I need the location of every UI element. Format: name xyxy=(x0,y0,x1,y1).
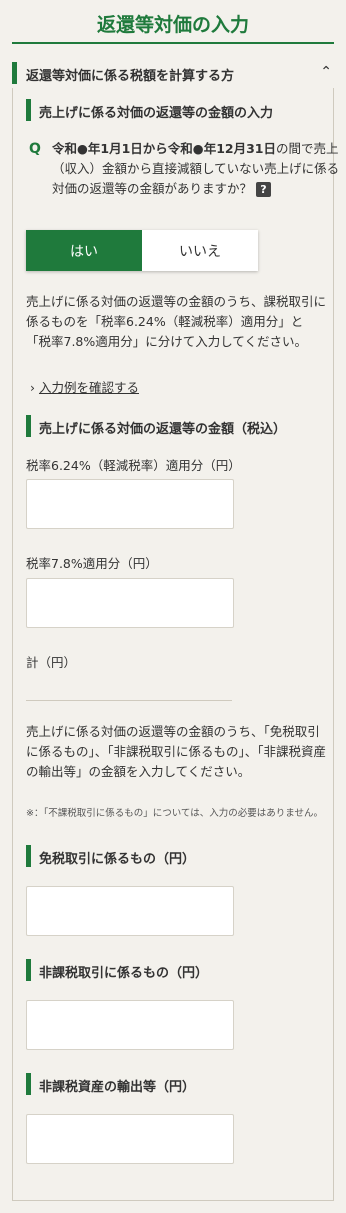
heading-accent-bar xyxy=(26,99,31,121)
question-period: 令和●年1月1日から令和●年12月31日 xyxy=(52,141,276,156)
export-heading-text: 非課税資産の輸出等（円） xyxy=(39,1080,196,1095)
chevron-right-icon: › xyxy=(30,380,35,395)
rate-reduced-input[interactable] xyxy=(26,479,234,529)
no-button[interactable]: いいえ xyxy=(142,230,258,271)
example-link[interactable]: › 入力例を確認する xyxy=(30,377,139,396)
page-title: 返還等対価の入力 xyxy=(96,14,249,36)
heading-accent-bar xyxy=(26,959,31,981)
help-icon[interactable]: ? xyxy=(256,182,271,197)
heading-accent-bar xyxy=(26,845,31,867)
q1-heading-text: 売上げに係る対価の返還等の金額の入力 xyxy=(39,106,274,121)
rate-standard-label: 税率7.8%適用分（円） xyxy=(26,556,158,571)
question-mark-label: Q xyxy=(29,141,41,157)
note-text: ※：「不課税取引に係るもの」については、入力の必要はありません。 xyxy=(26,808,323,819)
yes-button[interactable]: はい xyxy=(26,230,142,271)
nontaxable-heading-text: 非課税取引に係るもの（円） xyxy=(39,966,209,981)
nontaxable-input[interactable] xyxy=(26,1000,234,1050)
rate-standard-input[interactable] xyxy=(26,578,234,628)
section-header[interactable]: 返還等対価に係る税額を計算する方 ⌃ xyxy=(12,62,334,86)
chevron-up-icon[interactable]: ⌃ xyxy=(320,64,332,80)
section-label: 返還等対価に係る税額を計算する方 xyxy=(26,69,235,84)
instruction-text-2: 売上げに係る対価の返還等の金額のうち、「免税取引に係るもの」、「非課税取引に係る… xyxy=(26,724,327,779)
amount-heading-text: 売上げに係る対価の返還等の金額（税込） xyxy=(39,422,287,437)
export-input[interactable] xyxy=(26,1114,234,1164)
total-underline xyxy=(26,700,232,701)
title-divider xyxy=(12,42,334,44)
example-link-text[interactable]: 入力例を確認する xyxy=(39,380,139,395)
instruction-text-1: 売上げに係る対価の返還等の金額のうち、課税取引に係るものを「税率6.24%（軽減… xyxy=(26,294,327,349)
yes-no-toggle: はい いいえ xyxy=(26,230,258,271)
heading-accent-bar xyxy=(26,415,31,437)
total-label: 計（円） xyxy=(26,655,77,670)
question-text: 令和●年1月1日から令和●年12月31日の間で売上（収入）金額から直接減額してい… xyxy=(52,139,342,199)
rate-reduced-label: 税率6.24%（軽減税率）適用分（円） xyxy=(26,458,241,473)
section-accent-bar xyxy=(12,62,17,84)
exempt-input[interactable] xyxy=(26,886,234,936)
exempt-heading-text: 免税取引に係るもの（円） xyxy=(39,852,196,867)
heading-accent-bar xyxy=(26,1073,31,1095)
